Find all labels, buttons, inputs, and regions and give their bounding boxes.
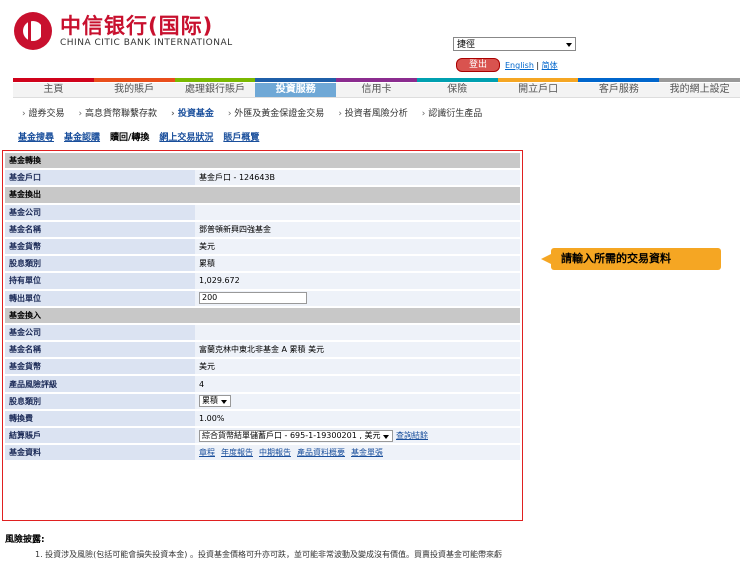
holding-units-label: 持有單位	[5, 273, 195, 291]
bank-name-en: CHINA CITIC BANK INTERNATIONAL	[60, 38, 233, 48]
fund-doc-link[interactable]: 章程	[199, 448, 215, 457]
fund-doc-link[interactable]: 基金單張	[351, 448, 383, 457]
check-balance-link[interactable]: 查詢結餘	[396, 431, 428, 440]
nav-color-segment	[416, 78, 498, 82]
section-convert: 基金轉換	[5, 153, 520, 171]
fund-tab[interactable]: 網上交易狀況	[159, 133, 213, 143]
main-nav-item[interactable]: 保險	[417, 83, 498, 97]
sub-nav-item[interactable]: 高息貨幣聯繫存款	[78, 109, 156, 119]
sub-nav-item[interactable]: 外匯及黃金保證金交易	[228, 109, 324, 119]
settlement-account-select[interactable]: 綜合貨幣結單儲蓄戶口 - 695-1-19300201 , 美元	[199, 429, 394, 442]
fund-doc-link[interactable]: 產品資料概要	[297, 448, 345, 457]
nav-color-segment	[659, 78, 741, 82]
section-in: 基金換入	[5, 307, 520, 325]
language-switch: English | 简体	[505, 61, 558, 70]
main-nav: 主頁 我的賬戶 處理銀行賬戶 投資服務 信用卡 保險 開立戶口 客戶服務 我的網上設定	[13, 83, 740, 98]
logout-button[interactable]: 登出	[456, 58, 500, 72]
fund-docs-label: 基金資料	[5, 445, 195, 463]
in-name-value: 富蘭克林中東北非基金 A 累積 美元	[195, 342, 520, 360]
sub-nav-item[interactable]: 投資者風險分析	[338, 109, 407, 119]
risk-rating-label: 產品風險評級	[5, 376, 195, 394]
out-currency-value: 美元	[195, 238, 520, 257]
fund-tab[interactable]: 基金搜尋	[18, 133, 54, 143]
fund-tab[interactable]: 贖回/轉換	[110, 133, 149, 143]
fund-tab[interactable]: 基金認購	[64, 133, 100, 143]
bank-name-zh: 中信银行(国际)	[60, 14, 214, 38]
sub-nav-item[interactable]: 投資基金	[171, 109, 214, 119]
out-name-label: 基金名稱	[5, 221, 195, 239]
in-currency-label: 基金貨幣	[5, 359, 195, 377]
main-nav-item[interactable]: 投資服務	[255, 83, 337, 97]
sub-nav-item[interactable]: 證券交易	[22, 109, 64, 119]
nav-color-segment	[93, 78, 175, 82]
nav-color-bar	[13, 78, 741, 82]
main-nav-item[interactable]: 開立戶口	[498, 83, 579, 97]
out-currency-label: 基金貨幣	[5, 238, 195, 257]
bank-logo[interactable]: 中信银行(国际) CHINA CITIC BANK INTERNATIONAL	[14, 12, 233, 50]
in-company-value	[195, 324, 520, 343]
nav-color-segment	[13, 78, 94, 82]
nav-color-segment	[497, 78, 579, 82]
main-nav-item[interactable]: 我的賬戶	[94, 83, 175, 97]
risk-disclosure-item: 1. 投資涉及風險(包括可能會損失投資本金) 。投資基金價格可升亦可跌，並可能非…	[35, 550, 502, 559]
fund-account-label: 基金戶口	[5, 170, 195, 188]
units-out-input[interactable]: 200	[199, 292, 307, 305]
main-nav-item[interactable]: 處理銀行賬戶	[175, 83, 256, 97]
nav-color-segment	[336, 78, 417, 82]
fund-doc-link[interactable]: 中期報告	[259, 448, 291, 457]
in-name-label: 基金名稱	[5, 342, 195, 360]
out-name-value: 鄧普頓新興四強基金	[195, 221, 520, 239]
main-nav-item[interactable]: 主頁	[13, 83, 94, 97]
out-dividend-label: 股息類別	[5, 256, 195, 274]
sub-nav: 證券交易 高息貨幣聯繫存款 投資基金 外匯及黃金保證金交易 投資者風險分析 認識衍生產品	[22, 106, 496, 119]
fund-doc-link[interactable]: 年度報告	[221, 448, 253, 457]
in-company-label: 基金公司	[5, 324, 195, 343]
fund-tabs: 基金搜尋 基金認購 贖回/轉換 網上交易狀況 賬戶概覽	[18, 130, 269, 143]
quick-link-select[interactable]: 捷徑	[453, 37, 576, 51]
switch-fee-value: 1.00%	[195, 410, 520, 428]
in-currency-value: 美元	[195, 359, 520, 377]
fund-tab[interactable]: 賬戶概覽	[223, 133, 259, 143]
out-company-label: 基金公司	[5, 204, 195, 222]
main-nav-item[interactable]: 信用卡	[336, 83, 417, 97]
sub-nav-item[interactable]: 認識衍生產品	[422, 109, 482, 119]
risk-disclosure-title: 風險披露:	[5, 535, 45, 545]
risk-rating-value: 4	[195, 376, 520, 394]
in-dividend-select[interactable]: 累積	[199, 395, 231, 408]
nav-color-segment	[255, 78, 337, 82]
fund-switch-form: 基金轉換 基金戶口 基金戶口 - 124643B 基金換出 基金公司 基金名稱 鄧普…	[2, 150, 523, 521]
holding-units-value: 1,029.672	[195, 273, 520, 291]
section-out: 基金換出	[5, 187, 520, 205]
lang-english-link[interactable]: English	[505, 61, 534, 70]
instruction-callout: 請輸入所需的交易資料	[541, 248, 721, 270]
out-dividend-value: 累積	[195, 256, 520, 274]
main-nav-item[interactable]: 我的網上設定	[659, 83, 740, 97]
nav-color-segment	[174, 78, 256, 82]
chevron-down-icon	[566, 43, 572, 47]
citic-logo-icon	[14, 12, 52, 50]
in-dividend-label: 股息類別	[5, 393, 195, 411]
units-out-label: 轉出單位	[5, 290, 195, 308]
main-nav-item[interactable]: 客戶服務	[578, 83, 659, 97]
nav-color-segment	[578, 78, 660, 82]
switch-fee-label: 轉換費	[5, 410, 195, 428]
fund-account-value: 基金戶口 - 124643B	[195, 170, 520, 188]
settlement-account-label: 結算賬戶	[5, 428, 195, 446]
fund-docs-links: 章程 年度報告 中期報告 產品資料概要 基金單張	[195, 445, 520, 463]
lang-simplified-link[interactable]: 简体	[542, 61, 558, 70]
out-company-value	[195, 204, 520, 222]
